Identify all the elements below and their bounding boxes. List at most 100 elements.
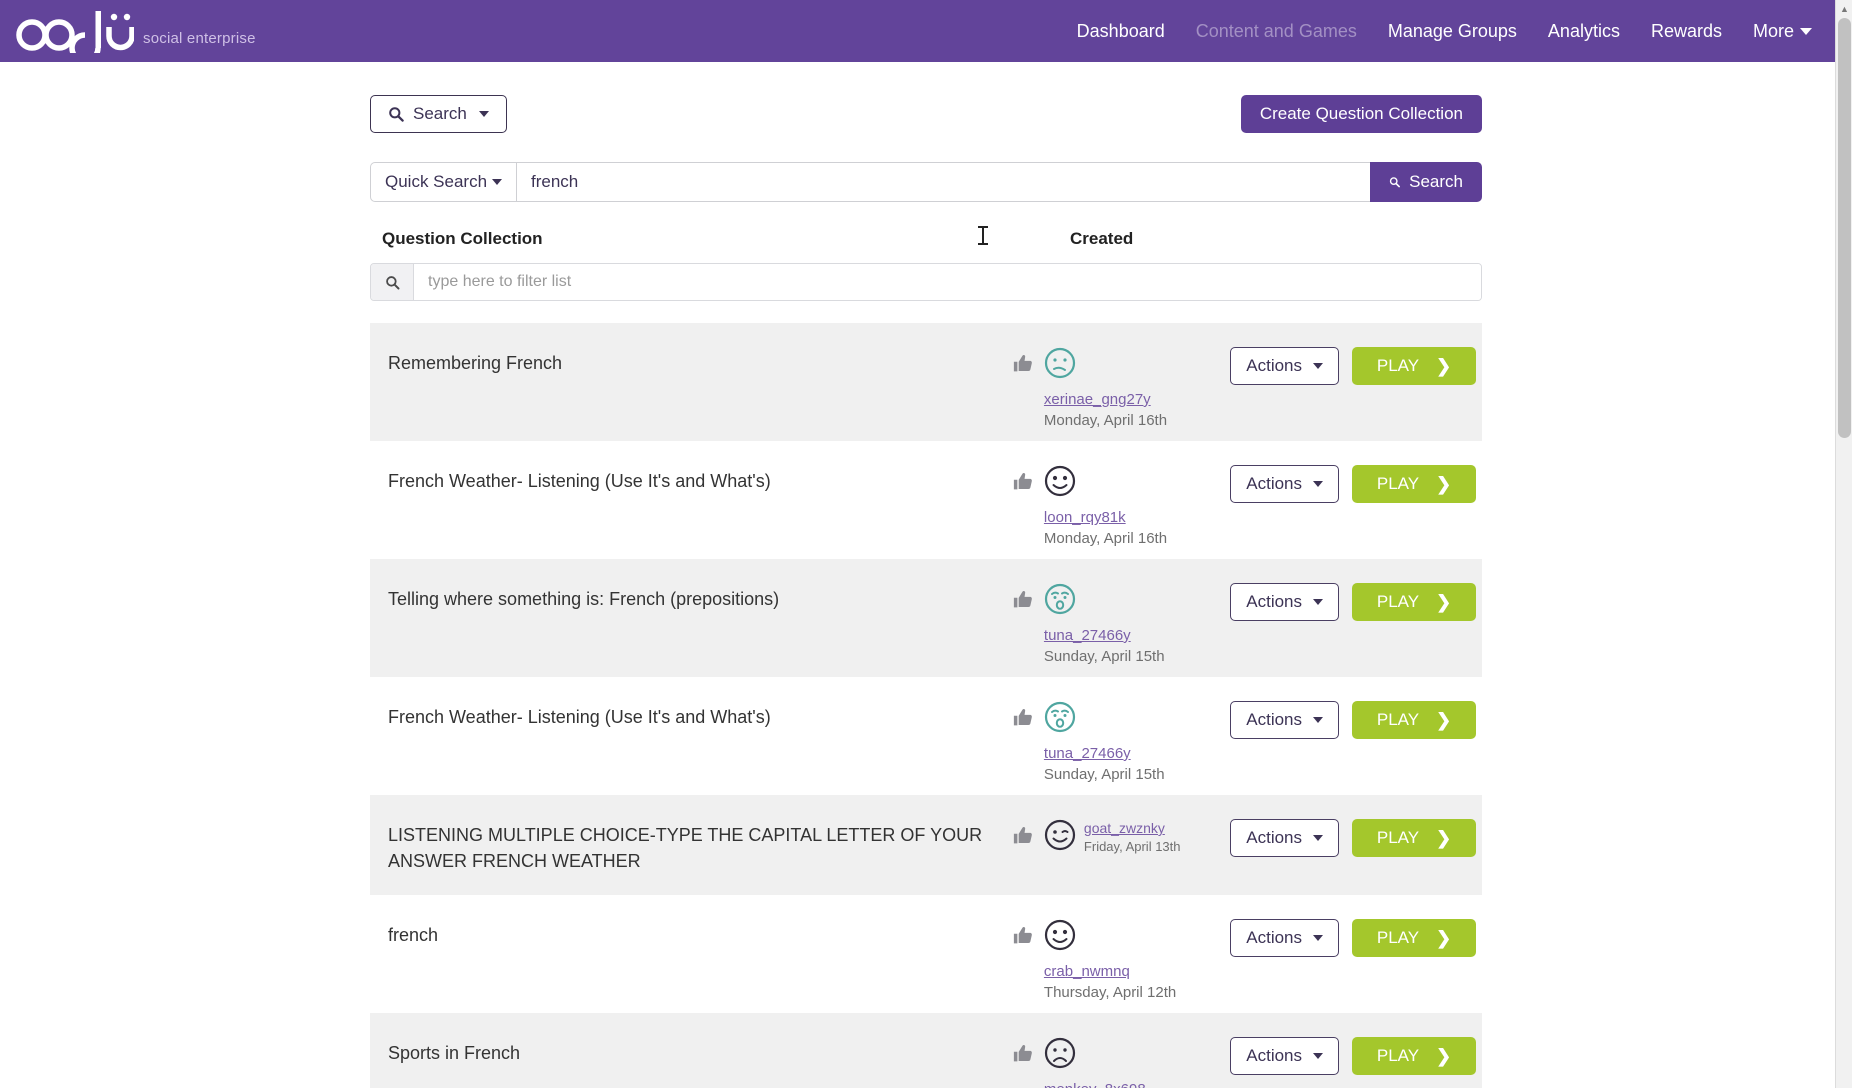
chevron-down-icon [1313, 363, 1324, 369]
creator-cell: loon_rqy81k Monday, April 16th [1044, 463, 1230, 547]
sad-face-icon [1044, 1037, 1076, 1073]
nav-item-analytics[interactable]: Analytics [1548, 21, 1620, 42]
thumbs-up-icon[interactable] [1003, 917, 1044, 946]
quick-search-input[interactable] [516, 162, 1370, 202]
chevron-down-icon [1800, 28, 1812, 36]
page-scrollbar[interactable]: ▲ [1835, 0, 1852, 1088]
actions-dropdown-button[interactable]: Actions [1230, 701, 1340, 739]
nav-links: Dashboard Content and Games Manage Group… [1077, 21, 1830, 42]
row-action-buttons: Actions PLAY ❯ [1230, 581, 1477, 621]
surprised-face-icon [1044, 701, 1076, 737]
nav-item-content-and-games[interactable]: Content and Games [1196, 21, 1357, 42]
quick-search-dropdown-label: Quick Search [385, 172, 488, 191]
nav-item-more-label: More [1752, 20, 1794, 41]
creator-username-link[interactable]: goat_zwznky [1084, 820, 1181, 836]
table-row: French Weather- Listening (Use It's and … [370, 441, 1482, 559]
page-body: Search Create Question Collection Quick … [0, 62, 1852, 1088]
actions-dropdown-button[interactable]: Actions [1230, 465, 1340, 503]
filter-search-icon [371, 264, 414, 300]
thumbs-up-icon[interactable] [1003, 699, 1044, 728]
thumbs-up-icon[interactable] [1003, 817, 1044, 846]
created-date: Friday, April 13th [1083, 839, 1181, 854]
creator-username-link[interactable]: tuna_27466y [1044, 627, 1230, 644]
collection-title: French Weather- Listening (Use It's and … [388, 707, 771, 727]
creator-cell: xerinae_gng27y Monday, April 16th [1044, 345, 1230, 429]
quick-search-dropdown[interactable]: Quick Search [370, 162, 516, 202]
chevron-down-icon [478, 111, 489, 117]
created-date: Monday, April 16th [1043, 530, 1168, 547]
chevron-down-icon [1313, 935, 1324, 941]
nav-item-dashboard[interactable]: Dashboard [1077, 21, 1165, 42]
creator-username-link[interactable]: tuna_27466y [1044, 745, 1230, 762]
creator-username-link[interactable]: loon_rqy81k [1044, 509, 1230, 526]
scrollbar-thumb[interactable] [1838, 18, 1851, 438]
play-label: PLAY [1376, 1046, 1420, 1065]
creator-cell: crab_nwmnq Thursday, April 12th [1044, 917, 1230, 1001]
play-label: PLAY [1376, 710, 1420, 729]
play-button[interactable]: PLAY ❯ [1352, 1037, 1477, 1075]
create-question-collection-label: Create Question Collection [1259, 104, 1463, 123]
column-header-created: Created [1070, 229, 1134, 248]
search-dropdown-button[interactable]: Search [370, 95, 507, 133]
play-button[interactable]: PLAY ❯ [1352, 347, 1477, 385]
row-action-buttons: Actions PLAY ❯ [1230, 463, 1477, 503]
play-label: PLAY [1376, 828, 1420, 847]
table-row: LISTENING MULTIPLE CHOICE-TYPE THE CAPIT… [370, 795, 1482, 895]
filter-list-input[interactable] [414, 264, 1481, 300]
actions-label: Actions [1246, 828, 1303, 847]
play-label: PLAY [1376, 928, 1420, 947]
creator-cell: monkey_8x698Thursday, April 12th [1044, 1035, 1230, 1088]
play-button[interactable]: PLAY ❯ [1352, 701, 1477, 739]
play-button[interactable]: PLAY ❯ [1352, 465, 1477, 503]
quick-search-submit-button[interactable]: Search [1370, 162, 1482, 202]
collection-title: Telling where something is: French (prep… [388, 589, 780, 609]
table-row: Telling where something is: French (prep… [370, 559, 1482, 677]
created-date: Sunday, April 15th [1043, 766, 1165, 783]
actions-label: Actions [1246, 928, 1303, 947]
actions-dropdown-button[interactable]: Actions [1230, 347, 1340, 385]
actions-dropdown-button[interactable]: Actions [1230, 1037, 1340, 1075]
play-button[interactable]: PLAY ❯ [1352, 819, 1477, 857]
actions-dropdown-button[interactable]: Actions [1230, 819, 1340, 857]
nav-item-rewards[interactable]: Rewards [1651, 21, 1722, 42]
chevron-down-icon [1313, 835, 1324, 841]
creator-username-link[interactable]: monkey_8x698 [1044, 1081, 1230, 1088]
thumbs-up-icon[interactable] [1003, 1035, 1044, 1064]
play-button[interactable]: PLAY ❯ [1352, 919, 1477, 957]
question-collection-list: Remembering French xerinae_gng27y Monday, … [370, 323, 1482, 1088]
chevron-down-icon [1313, 717, 1324, 723]
creator-cell: goat_zwznky Friday, April 13th [1044, 817, 1230, 854]
oodlu-logo-icon [16, 11, 134, 53]
nav-item-more[interactable]: More [1753, 21, 1812, 42]
nav-item-manage-groups[interactable]: Manage Groups [1388, 21, 1517, 42]
chevron-right-icon: ❯ [1436, 591, 1452, 612]
row-action-buttons: Actions PLAY ❯ [1230, 345, 1477, 385]
chevron-down-icon [1313, 599, 1324, 605]
play-button[interactable]: PLAY ❯ [1352, 583, 1477, 621]
chevron-right-icon: ❯ [1436, 709, 1452, 730]
brand-logo[interactable]: social enterprise [14, 9, 256, 53]
actions-dropdown-button[interactable]: Actions [1230, 583, 1340, 621]
creator-cell: tuna_27466y Sunday, April 15th [1044, 699, 1230, 783]
creator-username-link[interactable]: xerinae_gng27y [1044, 391, 1230, 408]
scroll-up-arrow-icon[interactable]: ▲ [1836, 0, 1852, 17]
creator-username-link[interactable]: crab_nwmnq [1044, 963, 1230, 980]
created-date: Sunday, April 15th [1043, 648, 1165, 665]
row-action-buttons: Actions PLAY ❯ [1230, 1035, 1477, 1075]
quick-search-submit-label: Search [1409, 172, 1463, 191]
row-action-buttons: Actions PLAY ❯ [1230, 699, 1477, 739]
chevron-down-icon [1313, 1053, 1324, 1059]
thumbs-up-icon[interactable] [1003, 345, 1044, 374]
play-label: PLAY [1376, 356, 1420, 375]
creator-cell: tuna_27466y Sunday, April 15th [1044, 581, 1230, 665]
thumbs-up-icon[interactable] [1003, 463, 1044, 492]
chevron-right-icon: ❯ [1436, 473, 1452, 494]
play-label: PLAY [1376, 474, 1420, 493]
row-action-buttons: Actions PLAY ❯ [1230, 917, 1477, 957]
heart-eyes-face-icon [1044, 465, 1076, 501]
actions-dropdown-button[interactable]: Actions [1230, 919, 1340, 957]
thumbs-up-icon[interactable] [1003, 581, 1044, 610]
actions-label: Actions [1246, 474, 1303, 493]
create-question-collection-button[interactable]: Create Question Collection [1240, 95, 1482, 133]
chevron-right-icon: ❯ [1436, 1045, 1452, 1066]
